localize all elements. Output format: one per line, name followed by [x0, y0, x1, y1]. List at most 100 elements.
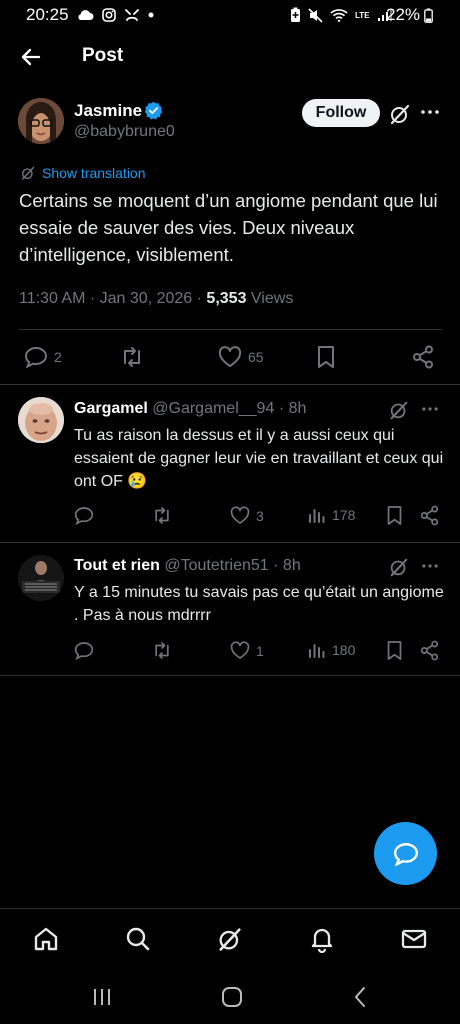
- like-button[interactable]: 1: [230, 641, 264, 660]
- analytics-icon: [309, 509, 325, 523]
- share-icon: [420, 505, 439, 526]
- system-back-button[interactable]: [352, 986, 368, 1008]
- arrow-left-icon: [21, 48, 41, 66]
- battery-percent: 22%: [386, 5, 421, 24]
- like-count: 1: [256, 642, 264, 659]
- reply-avatar[interactable]: [18, 555, 64, 601]
- reply-name: Tout et rien: [74, 557, 160, 574]
- share-button[interactable]: [420, 640, 439, 661]
- grok-icon: [390, 104, 410, 125]
- heart-icon: [230, 641, 250, 659]
- home-icon: [34, 927, 58, 951]
- status-time: 20:25: [26, 5, 69, 24]
- share-button[interactable]: [412, 345, 434, 369]
- nav-messages[interactable]: [399, 924, 429, 954]
- divider: [0, 384, 460, 385]
- share-icon: [413, 345, 433, 369]
- show-translation-label: Show translation: [42, 165, 146, 181]
- grok-icon: [21, 166, 35, 180]
- views-button[interactable]: 180: [308, 641, 355, 659]
- follow-button[interactable]: Follow: [302, 99, 380, 127]
- retweet-button[interactable]: [120, 346, 144, 368]
- status-right-icons: LTE: [290, 7, 393, 23]
- bookmark-button[interactable]: [386, 505, 403, 526]
- author-handle[interactable]: @babybrune0: [74, 123, 175, 141]
- views-label: Views: [250, 290, 294, 307]
- like-count: 3: [256, 507, 264, 524]
- nav-notifications[interactable]: [307, 924, 337, 954]
- search-icon: [126, 927, 150, 951]
- dot-icon: [148, 12, 154, 18]
- reply-button[interactable]: 2: [24, 346, 62, 368]
- nav-grok[interactable]: [215, 924, 245, 954]
- system-nav-bar: [0, 966, 460, 1024]
- reply-text: Y a 15 minutes tu savais pas ce qu’était…: [74, 584, 444, 624]
- more-options-button[interactable]: [421, 402, 439, 416]
- reply-icon: [24, 346, 48, 368]
- cloud-icon: [78, 10, 94, 20]
- like-button[interactable]: 3: [230, 506, 264, 525]
- reply-name: Gargamel: [74, 400, 148, 417]
- status-left-icons: [76, 8, 154, 22]
- share-button[interactable]: [420, 505, 439, 526]
- page-title: Post: [82, 45, 124, 66]
- show-translation-link[interactable]: Show translation: [20, 165, 146, 181]
- bookmark-icon: [387, 641, 402, 660]
- grok-button[interactable]: [388, 556, 410, 578]
- meta-separator: ·: [89, 290, 100, 307]
- retweet-button[interactable]: [152, 641, 172, 660]
- like-button[interactable]: 65: [218, 346, 264, 368]
- views-button[interactable]: 178: [308, 506, 355, 524]
- heart-icon: [218, 346, 242, 367]
- home-system-button[interactable]: [221, 986, 243, 1008]
- avatar-image: [18, 397, 64, 443]
- reply-avatar[interactable]: [18, 397, 64, 443]
- nav-search[interactable]: [123, 924, 153, 954]
- more-horizontal-icon: [422, 564, 438, 568]
- home-circle-icon: [222, 987, 242, 1007]
- retweet-button[interactable]: [152, 506, 172, 525]
- heart-icon: [230, 506, 250, 524]
- author-avatar[interactable]: [18, 98, 64, 144]
- nav-home[interactable]: [31, 924, 61, 954]
- bookmark-icon: [387, 506, 402, 525]
- post-meta: 11:30 AM · Jan 30, 2026 · 5,353 Views: [19, 290, 293, 308]
- reply-button[interactable]: [74, 506, 94, 525]
- more-horizontal-icon: [422, 407, 438, 411]
- author-name[interactable]: Jasmine: [74, 101, 142, 121]
- grok-button[interactable]: [388, 399, 410, 421]
- reply-time: 8h: [288, 400, 307, 417]
- views-count: 5,353: [206, 290, 247, 307]
- bookmark-button[interactable]: [316, 345, 336, 369]
- meta-separator: ·: [273, 557, 279, 574]
- post-time: 11:30 AM: [19, 290, 86, 307]
- wifi-icon: [330, 9, 348, 22]
- bookmark-button[interactable]: [386, 640, 403, 661]
- mute-icon: [308, 7, 323, 23]
- post-date: Jan 30, 2026: [99, 290, 193, 307]
- more-horizontal-icon: [421, 110, 439, 114]
- compose-reply-button[interactable]: [374, 822, 437, 885]
- views-count: 180: [332, 642, 356, 658]
- like-count: 65: [248, 349, 264, 365]
- meta-separator: ·: [278, 400, 285, 417]
- reply-author[interactable]: Tout et rien @Toutetrien51 · 8h: [74, 557, 301, 575]
- grok-icon: [390, 558, 408, 577]
- grok-icon: [219, 928, 241, 951]
- more-options-button[interactable]: [421, 559, 439, 573]
- analytics-icon: [309, 644, 325, 658]
- reply-author[interactable]: Gargamel @Gargamel__94 · 8h: [74, 400, 306, 418]
- grok-icon: [390, 401, 408, 420]
- chevron-left-icon: [354, 987, 365, 1007]
- back-button[interactable]: [18, 44, 44, 70]
- recent-apps-button[interactable]: [92, 988, 112, 1006]
- recent-apps-icon: [94, 989, 110, 1005]
- reply-button[interactable]: [74, 641, 94, 660]
- volte-label: LTE: [355, 10, 370, 20]
- views-count: 178: [332, 507, 356, 523]
- reply-time: 8h: [282, 557, 301, 574]
- post-text: Certains se moquent d’un angiome pendant…: [19, 190, 438, 265]
- more-options-button[interactable]: [420, 104, 440, 120]
- retweet-icon: [124, 347, 140, 367]
- grok-button[interactable]: [388, 102, 412, 126]
